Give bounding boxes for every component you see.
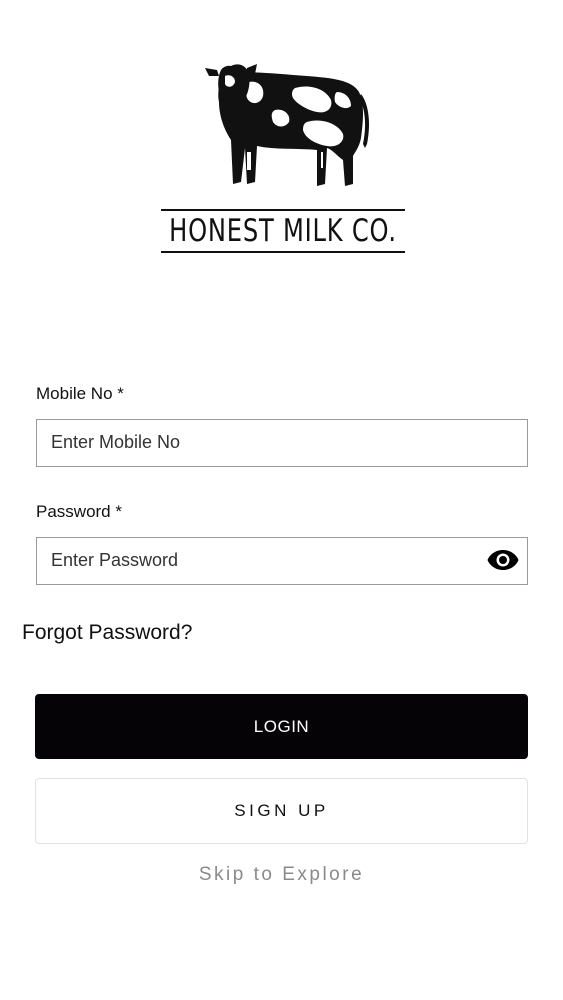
login-button[interactable]: LOGIN xyxy=(35,694,528,759)
password-input-box xyxy=(36,537,528,585)
cow-icon xyxy=(204,64,369,186)
password-input[interactable] xyxy=(37,538,471,582)
mobile-input-box xyxy=(36,419,528,467)
signup-button-label: SIGN UP xyxy=(234,801,329,820)
brand-name: HONEST MILK CO. xyxy=(169,213,397,249)
brand-name-wordmark: HONEST MILK CO. xyxy=(161,209,405,253)
mobile-label: Mobile No * xyxy=(36,384,124,403)
login-button-label: LOGIN xyxy=(253,716,310,736)
forgot-password-link[interactable]: Forgot Password? xyxy=(22,621,192,645)
eye-icon[interactable] xyxy=(487,548,519,572)
signup-button[interactable]: SIGN UP xyxy=(35,778,528,844)
logo xyxy=(0,52,563,192)
skip-to-explore-link[interactable]: Skip to Explore xyxy=(0,864,563,886)
mobile-input[interactable] xyxy=(37,420,471,464)
password-label: Password * xyxy=(36,502,122,521)
